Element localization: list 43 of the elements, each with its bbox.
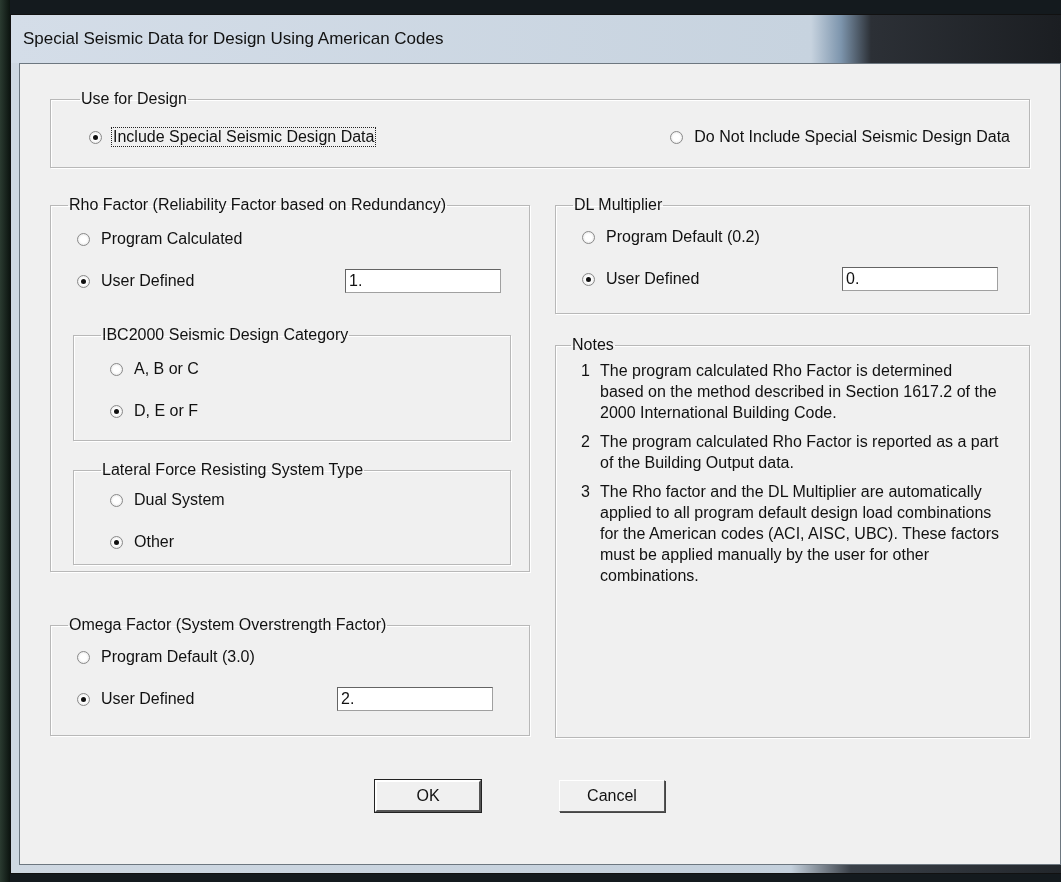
radio-label[interactable]: Other <box>133 533 175 551</box>
group-label: Omega Factor (System Overstrength Factor) <box>68 616 388 634</box>
window-title: Special Seismic Data for Design Using American Codes <box>23 29 444 49</box>
radio-label[interactable]: Include Special Seismic Design Data <box>112 128 376 146</box>
radio-button[interactable] <box>77 650 90 664</box>
value-field[interactable]: 1. <box>345 269 501 293</box>
radio-button[interactable] <box>110 535 123 549</box>
note-text: The program calculated Rho Factor is reported as a part of the Building Output data. <box>600 432 999 473</box>
radio-button[interactable] <box>110 404 123 418</box>
radio-button[interactable] <box>110 493 123 507</box>
radio-button[interactable] <box>582 272 595 286</box>
radio-label[interactable]: User Defined <box>100 272 196 290</box>
radio-label[interactable]: Program Calculated <box>100 230 244 248</box>
radio-label[interactable]: D, E or F <box>133 402 199 420</box>
value-field[interactable]: 0. <box>842 267 998 291</box>
radio-button[interactable] <box>77 274 90 288</box>
radio-button[interactable] <box>670 130 684 144</box>
radio-button[interactable] <box>582 230 595 244</box>
group-label: DL Multiplier <box>573 196 664 214</box>
radio-button[interactable] <box>77 692 90 706</box>
group-label: Use for Design <box>80 90 188 108</box>
radio-label[interactable]: User Defined <box>605 270 701 288</box>
default-button[interactable]: OK <box>375 780 481 812</box>
radio-label[interactable]: Program Default (0.2) <box>605 228 761 246</box>
note-number: 1 <box>580 361 590 381</box>
group-label: Lateral Force Resisting System Type <box>101 461 365 479</box>
radio-button[interactable] <box>77 232 90 246</box>
group-label: IBC2000 Seismic Design Category <box>101 326 350 344</box>
radio-label[interactable]: User Defined <box>100 690 196 708</box>
radio-label[interactable]: Program Default (3.0) <box>100 648 256 666</box>
note-number: 2 <box>580 432 590 452</box>
radio-label[interactable]: Do Not Include Special Seismic Design Data <box>693 128 1011 146</box>
value-field[interactable]: 2. <box>337 687 493 711</box>
group-label: Notes <box>571 336 615 354</box>
radio-label[interactable]: Dual System <box>133 491 226 509</box>
note-text: The program calculated Rho Factor is determined based on the method described in Section 1617.2 of the 2000 International Building Code. <box>600 361 998 423</box>
dialog-button[interactable]: Cancel <box>559 780 665 812</box>
radio-button[interactable] <box>110 362 123 376</box>
note-text: The Rho factor and the DL Multiplier are automatically applied to all program default design load combinations for the American codes (ACI, AISC, UBC). These factors must be applied manually by the user for other combinations. <box>600 482 999 586</box>
note-number: 3 <box>580 482 590 502</box>
radio-label[interactable]: A, B or C <box>133 360 200 378</box>
group-label: Rho Factor (Reliability Factor based on Redundancy) <box>68 196 448 214</box>
radio-button[interactable] <box>89 130 102 144</box>
